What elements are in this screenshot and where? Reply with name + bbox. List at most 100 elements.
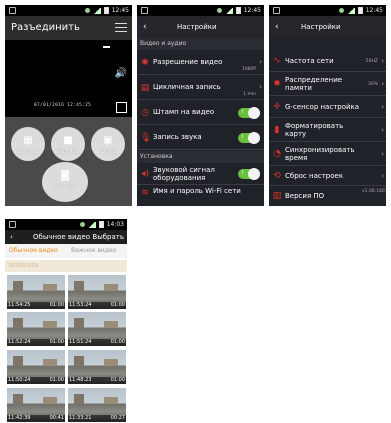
tab-normal-video[interactable]: Обычное видео [9,244,58,258]
thumb-duration: 01:00 [110,377,125,383]
video-list-screen: 14:03 ‹ Обычное видео Выбрать Обычное ви… [5,219,127,423]
tab-important-video[interactable]: Важное видео [71,244,116,258]
signal-icon [87,221,96,228]
video-thumbnail[interactable]: 11:33:21 00:27 [68,388,126,422]
stamp-toggle[interactable]: I [238,107,260,119]
settings-header: ‹ Настройки [269,16,386,38]
video-button[interactable]: ▦ Видео [11,127,45,161]
thumb-building [104,359,118,366]
thumb-caption: 11:51:24 01:00 [68,339,126,346]
thumb-building [13,318,23,328]
wifi-label: Имя и пароль Wi-Fi сети [153,187,241,195]
setting-wifi[interactable]: ≋ Имя и пароль Wi-Fi сети [137,185,264,206]
video-icon: ▦ [23,135,33,146]
setting-frequency[interactable]: ∿ Частота сети 50HZ › [269,50,386,72]
microphone-icon: 🎙 [140,133,152,143]
setting-loop-recording[interactable]: ▤ Цикличная запись 1 min › [137,75,264,100]
disconnect-title[interactable]: Разъединить [11,22,80,33]
sound-toggle[interactable]: I [238,168,260,180]
page-title: Обычное видео [33,233,90,241]
video-thumbnail[interactable]: 11:42:39 00:41 [7,388,65,422]
sync-label: Синхронизировать время [285,146,355,162]
video-list-header: ‹ Обычное видео Выбрать [5,230,127,244]
crosshair-icon: ✛ [273,102,281,112]
audio-toggle[interactable]: I [238,132,260,144]
chevron-right-icon: › [381,80,384,88]
battery-icon [103,7,109,14]
video-thumbnail[interactable]: 11:50:24 01:00 [7,350,65,384]
thumb-duration: 00:27 [110,415,125,421]
setting-device-sound: ◂) Звуковой сигнал оборудования I [137,163,264,185]
speaker-icon[interactable]: 🔊 [115,68,127,79]
minimize-icon[interactable] [103,46,110,48]
chevron-right-icon: › [259,58,262,66]
setting-gsensor[interactable]: ✛ G-сенсор настройка › [269,96,386,118]
setting-memory[interactable]: ✹ Распределение памяти 30% › [269,72,386,96]
chevron-right-icon: › [381,150,384,158]
thumb-caption: 11:33:21 00:27 [68,415,126,422]
record-label: Запись [56,148,80,155]
thumb-building [74,394,84,404]
thumb-time: 11:33:21 [69,415,92,421]
toggle-on-label: I [242,170,244,176]
battery-icon [357,7,363,14]
thumb-building [74,318,84,328]
settings-header: ‹ Настройки [137,16,264,38]
control-buttons: ▦ Видео ■ Запись ▣ Фото ◙ Снимок [5,117,132,206]
toggle-on-label: I [242,134,244,140]
thumb-building [13,281,23,291]
video-label: Видео [18,148,38,155]
record-button[interactable]: ■ Запись [51,127,85,161]
video-thumbnail[interactable]: 11:54:25 01:00 [7,275,65,309]
chevron-right-icon: › [381,57,384,65]
thumb-building [104,397,118,404]
setting-video-stamp: ◷ Штамп на видео I [137,100,264,125]
video-thumbnail[interactable]: 11:52:24 01:00 [7,312,65,346]
notification-icon [9,7,16,14]
clock-icon: ◔ [273,149,281,159]
gear-icon: ✹ [273,79,281,89]
memory-value: 30% [367,82,378,87]
thumb-building [104,321,118,328]
setting-resolution[interactable]: ✺ Разрешение видео 1080P › [137,50,264,75]
setting-format[interactable]: ▮ Форматировать карту › [269,118,386,142]
status-bar: 12:45 [269,5,386,16]
photo-button[interactable]: ▣ Фото [91,127,125,161]
back-icon[interactable]: ‹ [143,16,147,38]
fullscreen-icon[interactable] [116,102,127,113]
select-button[interactable]: Выбрать [92,230,124,244]
resolution-icon: ✺ [141,58,149,68]
thumb-duration: 01:00 [49,302,64,308]
thumb-building [43,359,57,366]
signal-icon [92,7,101,14]
video-thumbnail[interactable]: 11:48:23 01:00 [68,350,126,384]
snapshot-button[interactable]: ◙ Снимок [42,162,88,202]
chevron-right-icon: › [381,172,384,180]
status-time: 14:03 [106,221,124,228]
setting-reset[interactable]: ⟲ Сброс настроек › [269,166,386,186]
status-bar: 12:45 [137,5,264,16]
video-thumbnail[interactable]: 11:51:24 01:00 [68,312,126,346]
info-icon: ▥ [272,191,282,201]
section-install: Установка [137,151,264,163]
toggle-knob [248,168,260,180]
battery-icon [98,221,104,228]
loop-label: Цикличная запись [153,83,221,91]
status-bar: 14:03 [5,219,127,230]
setting-sync-time[interactable]: ◔ Синхронизировать время › [269,142,386,166]
page-title: Настройки [301,23,341,31]
settings-screen-video: 12:45 ‹ Настройки Видео и аудио ✺ Разреш… [137,5,264,206]
wifi-status-icon [338,8,344,13]
chevron-right-icon: › [259,83,262,91]
thumb-caption: 11:54:25 01:00 [7,302,65,309]
back-icon[interactable]: ‹ [275,16,279,38]
toggle-knob [248,107,260,119]
photo-label: Фото [99,148,116,155]
video-thumbnail[interactable]: 11:53:24 01:00 [68,275,126,309]
thumb-caption: 11:52:24 01:00 [7,339,65,346]
menu-icon[interactable] [115,23,127,32]
thumb-building [43,397,57,404]
thumb-time: 11:53:24 [69,302,92,308]
thumb-duration: 00:41 [49,415,64,421]
back-icon[interactable]: ‹ [10,230,13,244]
